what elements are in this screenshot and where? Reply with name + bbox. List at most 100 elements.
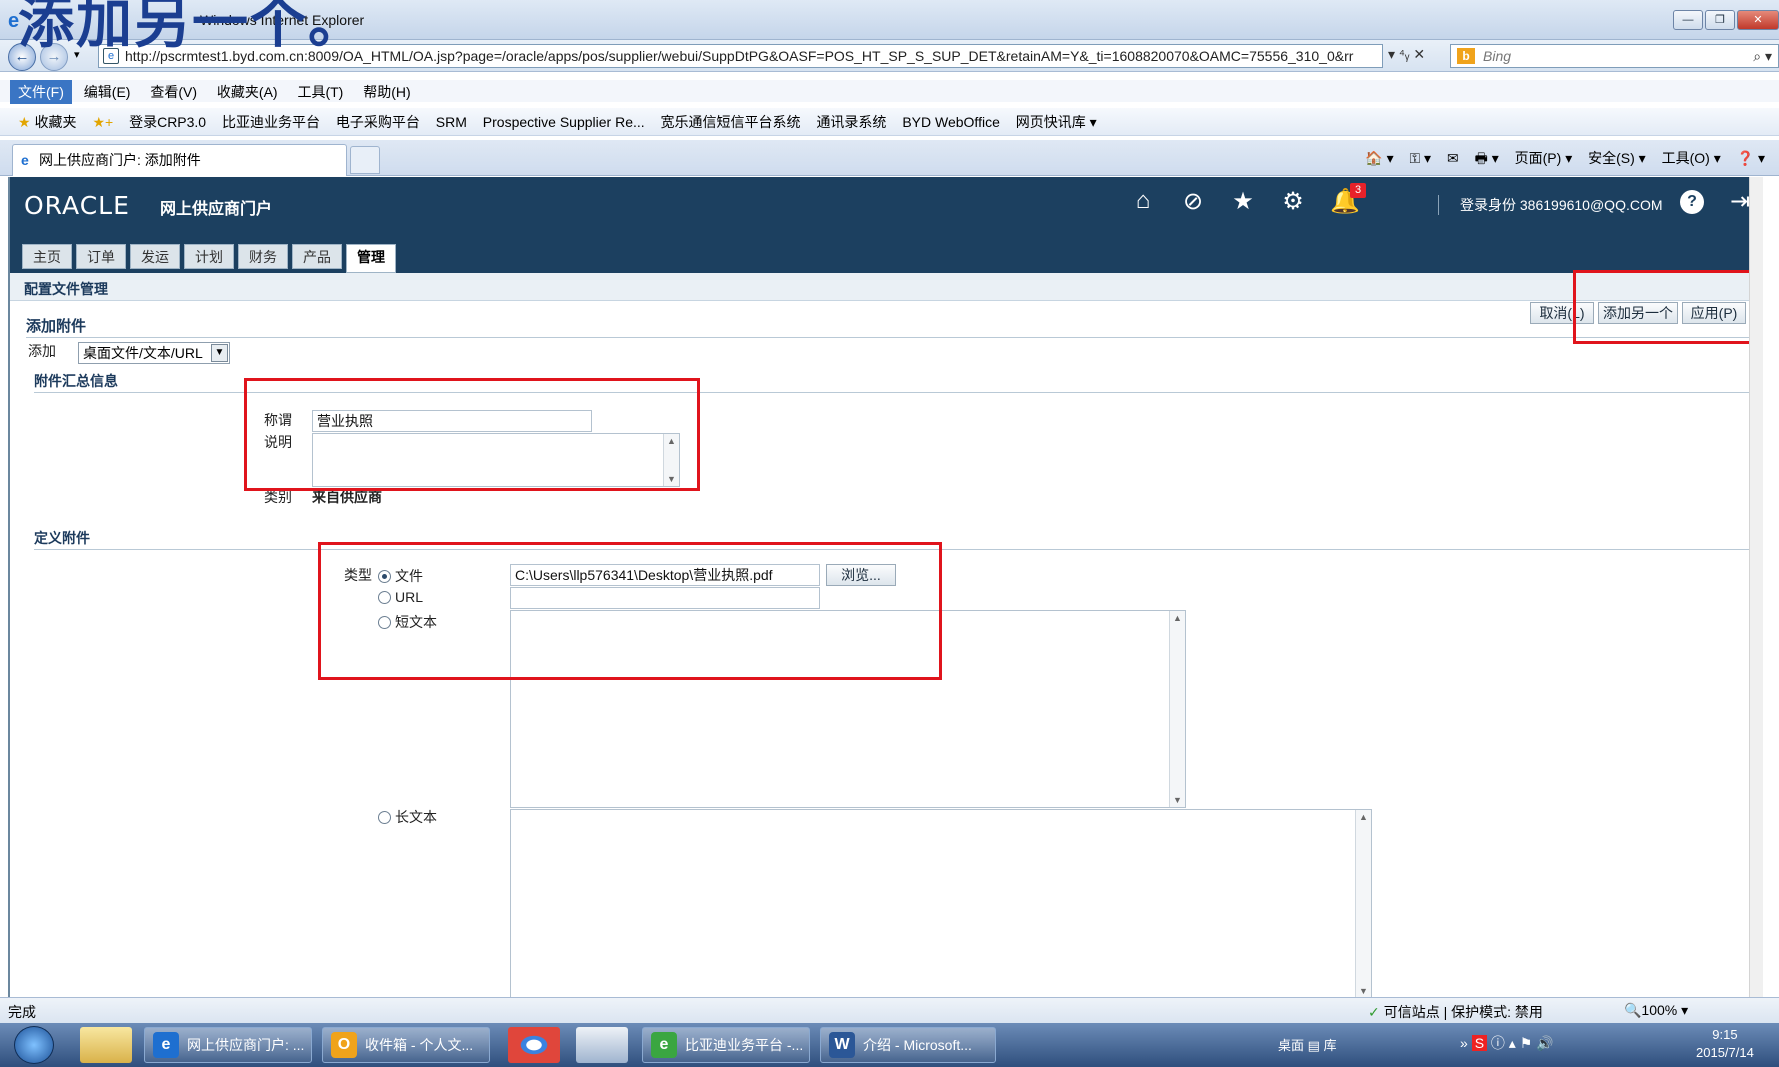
start-button[interactable] <box>14 1026 54 1064</box>
type-short-text-label: 短文本 <box>395 614 437 630</box>
feeds-cmd[interactable]: ⚿ ▾ <box>1410 150 1432 166</box>
taskbar-task-byd[interactable]: e 比亚迪业务平台 -... <box>642 1027 810 1063</box>
navigator-icon[interactable]: ⊘ <box>1180 187 1206 216</box>
description-textarea[interactable]: ▲ ▼ <box>312 433 680 487</box>
fav-item-web-slice-gallery[interactable]: 网页快讯库 ▾ <box>1016 108 1097 136</box>
logout-icon[interactable]: ⇥ <box>1730 187 1750 216</box>
description-label: 说明 <box>264 434 292 450</box>
tab-products[interactable]: 产品 <box>292 244 342 269</box>
outlook-icon: O <box>331 1032 357 1058</box>
ie-icon: e <box>153 1032 179 1058</box>
add-another-button[interactable]: 添加另一个 <box>1598 302 1678 324</box>
task-label: 网上供应商门户: ... <box>187 1037 305 1053</box>
tab-shipments[interactable]: 发运 <box>130 244 180 269</box>
settings-icon[interactable]: ⚙ <box>1280 187 1306 216</box>
add-type-select[interactable]: 桌面文件/文本/URL ▼ <box>78 342 230 364</box>
address-tools[interactable]: ▾ ⁴ᵧ ✕ <box>1388 46 1425 63</box>
add-label: 添加 <box>28 343 56 359</box>
taskbar-task-word[interactable]: W 介绍 - Microsoft... <box>820 1027 996 1063</box>
category-value: 来自供应商 <box>312 489 382 505</box>
taskbar-task-ie[interactable]: e 网上供应商门户: ... <box>144 1027 312 1063</box>
help-icon[interactable]: ? <box>1680 190 1704 214</box>
search-placeholder: Bing <box>1483 48 1512 64</box>
fav-item-weboffice[interactable]: BYD WebOffice <box>902 108 1000 136</box>
search-input[interactable]: b Bing ⌕ ▾ <box>1450 44 1779 68</box>
desktop-toolbar[interactable]: 桌面 ▤ 库 <box>1278 1035 1337 1054</box>
home-icon[interactable]: ⌂ <box>1130 187 1156 216</box>
browser-tab-bar: 网上供应商门户: 添加附件 🏠 ▾ ⚿ ▾ ✉ 🖶 ▾ 页面(P) ▾ 安全(S… <box>0 140 1779 176</box>
fav-item-sms-platform[interactable]: 宽乐通信短信平台系统 <box>661 108 801 136</box>
login-identity: 登录身份 386199610@QQ.COM <box>1460 197 1663 213</box>
ie-green-icon: e <box>651 1032 677 1058</box>
fav-item-prospective-supplier[interactable]: Prospective Supplier Re... <box>483 108 645 136</box>
menu-tools[interactable]: 工具(T) <box>289 80 351 104</box>
snipping-tool-icon[interactable] <box>576 1027 628 1063</box>
favorites-button[interactable]: 收藏夹 <box>35 108 77 136</box>
page-menu[interactable]: 页面(P) ▾ <box>1515 150 1573 166</box>
close-window-button[interactable]: ✕ <box>1737 10 1779 30</box>
browser-tab[interactable]: 网上供应商门户: 添加附件 <box>12 144 347 176</box>
tab-admin[interactable]: 管理 <box>346 244 396 273</box>
clock[interactable]: 9:15 2015/7/14 <box>1696 1026 1754 1062</box>
short-text-scrollbar[interactable]: ▲ ▼ <box>1169 611 1185 807</box>
url-field[interactable] <box>510 587 820 609</box>
menu-file[interactable]: 文件(F) <box>10 80 72 104</box>
title-input[interactable]: 营业执照 <box>312 410 592 432</box>
favorites-icon[interactable]: ★ <box>1230 187 1256 216</box>
print-cmd[interactable]: 🖶 ▾ <box>1475 150 1499 166</box>
add-favorite-icon[interactable]: ★+ <box>92 108 113 136</box>
short-text-textarea[interactable]: ▲ ▼ <box>510 610 1186 808</box>
type-short-text-radio[interactable]: 短文本 <box>378 612 437 632</box>
browse-button[interactable]: 浏览... <box>826 564 896 586</box>
long-text-scrollbar[interactable]: ▲ ▼ <box>1355 810 1371 997</box>
explorer-icon[interactable] <box>80 1027 132 1063</box>
file-path-input[interactable]: C:\Users\llp576341\Desktop\营业执照.pdf <box>510 564 820 586</box>
tab-home[interactable]: 主页 <box>22 244 72 269</box>
safety-menu[interactable]: 安全(S) ▾ <box>1588 150 1646 166</box>
favorites-star-icon[interactable]: ★ <box>18 108 31 136</box>
radio-icon <box>378 811 391 824</box>
fav-item-eprocurement[interactable]: 电子采购平台 <box>336 108 420 136</box>
fav-item-srm[interactable]: SRM <box>436 108 467 136</box>
chrome-icon[interactable] <box>508 1027 560 1063</box>
subnav-profile-management[interactable]: 配置文件管理 <box>24 279 108 299</box>
type-long-text-radio[interactable]: 长文本 <box>378 807 437 827</box>
menu-view[interactable]: 查看(V) <box>142 80 205 104</box>
windows-taskbar: e 网上供应商门户: ... O 收件箱 - 个人文... e 比亚迪业务平台 -..… <box>0 1023 1779 1067</box>
tab-finance[interactable]: 财务 <box>238 244 288 269</box>
description-scrollbar[interactable]: ▲ ▼ <box>663 434 679 486</box>
maximize-button[interactable]: ❐ <box>1705 10 1735 30</box>
app-name: 网上供应商门户 <box>160 201 273 218</box>
tools-menu[interactable]: 工具(O) ▾ <box>1662 150 1721 166</box>
category-label: 类别 <box>264 489 292 505</box>
home-cmd[interactable]: 🏠 ▾ <box>1365 150 1393 166</box>
help-menu[interactable]: ❓ ▾ <box>1737 150 1765 166</box>
menu-help[interactable]: 帮助(H) <box>355 80 418 104</box>
summary-divider <box>34 392 1756 393</box>
type-url-label: URL <box>395 589 424 605</box>
taskbar-task-outlook[interactable]: O 收件箱 - 个人文... <box>322 1027 490 1063</box>
zoom-level[interactable]: 🔍100% ▾ <box>1624 1002 1688 1019</box>
menu-edit[interactable]: 编辑(E) <box>76 80 139 104</box>
type-url-radio[interactable]: URL <box>378 589 423 605</box>
summary-section-heading: 附件汇总信息 <box>34 373 118 389</box>
menu-favorites[interactable]: 收藏夹(A) <box>209 80 286 104</box>
mail-cmd[interactable]: ✉ <box>1447 150 1459 166</box>
fav-item-crp[interactable]: 登录CRP3.0 <box>129 108 206 136</box>
security-zone-text: 可信站点 | 保护模式: 禁用 <box>1383 1004 1543 1020</box>
apply-button[interactable]: 应用(P) <box>1682 302 1746 324</box>
page-scrollbar[interactable] <box>1749 177 1763 997</box>
fav-item-directory[interactable]: 通讯录系统 <box>816 108 886 136</box>
tab-orders[interactable]: 订单 <box>76 244 126 269</box>
new-tab-button[interactable] <box>350 146 380 174</box>
minimize-button[interactable]: — <box>1673 10 1703 30</box>
notifications-icon[interactable]: 🔔 3 <box>1330 183 1367 216</box>
long-text-textarea[interactable]: ▲ ▼ <box>510 809 1372 997</box>
system-tray[interactable]: » S ⓘ ▴ ⚑ 🔊 <box>1460 1033 1554 1053</box>
search-icon[interactable]: ⌕ ▾ <box>1753 45 1772 67</box>
type-file-radio[interactable]: 文件 <box>378 566 423 586</box>
fav-item-byd-platform[interactable]: 比亚迪业务平台 <box>222 108 320 136</box>
header-divider <box>1438 195 1439 215</box>
tab-planning[interactable]: 计划 <box>184 244 234 269</box>
cancel-button[interactable]: 取消(L) <box>1530 302 1594 324</box>
